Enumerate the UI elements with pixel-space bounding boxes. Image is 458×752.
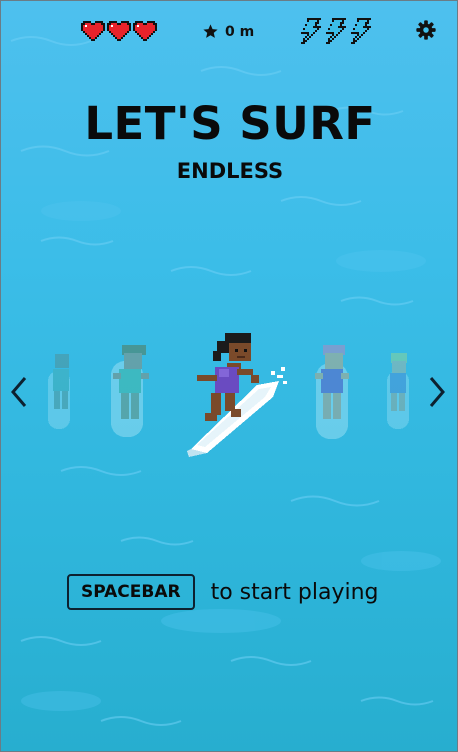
character-option[interactable]: [315, 345, 349, 439]
character-option[interactable]: [48, 354, 70, 429]
start-instruction: to start playing: [210, 579, 379, 605]
heart-icon: [107, 21, 131, 41]
character-carousel: [48, 333, 409, 457]
game-title: LET'S SURF: [84, 97, 376, 150]
heart-icon: [133, 21, 157, 41]
game-mode-label: ENDLESS: [176, 159, 284, 183]
character-option[interactable]: [387, 353, 409, 429]
distance-value: 0 m: [225, 23, 255, 40]
boost-display: [299, 18, 373, 44]
character-option[interactable]: [111, 345, 149, 437]
lightning-bolt-icon: [326, 18, 346, 44]
game-screen[interactable]: 0 m LET'S SURF ENDLESS SPACEBAR to start…: [0, 0, 458, 752]
gear-icon[interactable]: [415, 19, 437, 41]
lightning-bolt-icon: [301, 18, 321, 44]
selected-character[interactable]: [187, 333, 287, 457]
lightning-bolt-icon: [351, 18, 371, 44]
heart-icon: [81, 21, 105, 41]
distance-score: 0 m: [202, 23, 254, 40]
start-prompt: SPACEBAR to start playing: [67, 574, 379, 610]
spacebar-key[interactable]: SPACEBAR: [67, 574, 195, 610]
star-icon: [203, 24, 218, 38]
hud-bar: 0 m: [1, 15, 457, 49]
lives-display: [81, 19, 157, 41]
